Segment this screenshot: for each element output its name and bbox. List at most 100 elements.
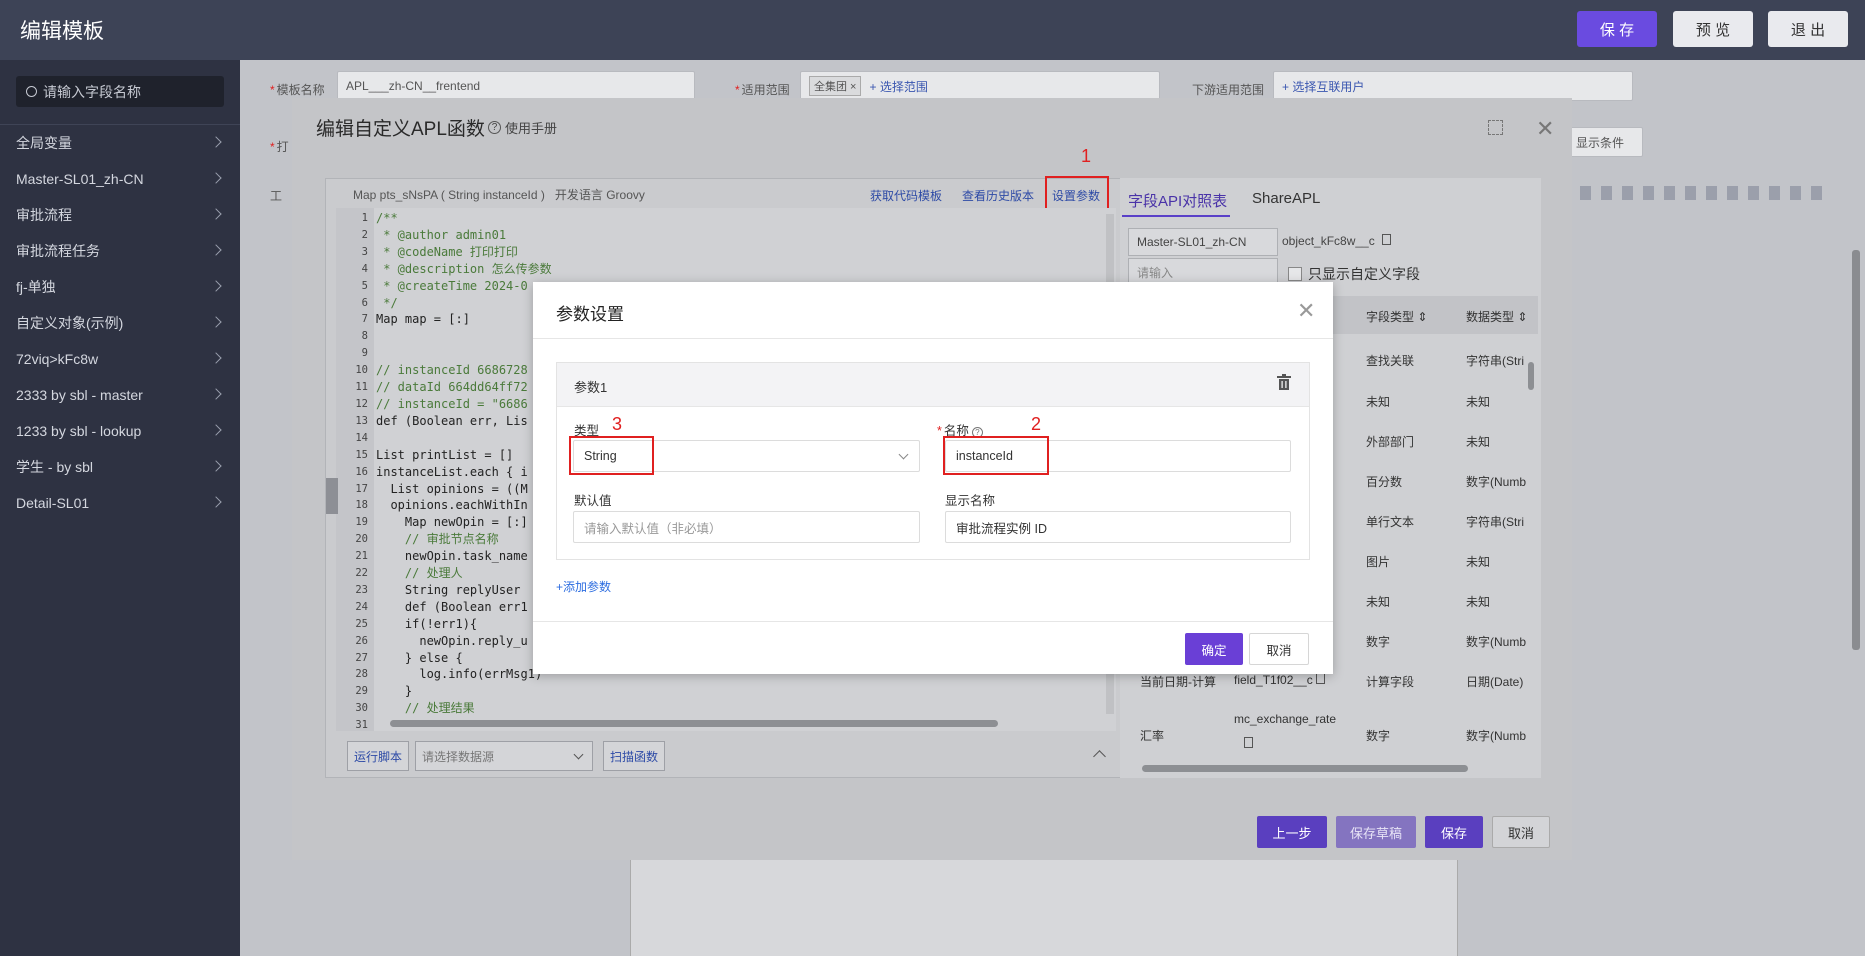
confirm-button[interactable]: 确定 — [1185, 633, 1243, 665]
default-value-input[interactable]: 请输入默认值（非必填） — [573, 511, 920, 543]
scope-tag[interactable]: 全集团 × — [809, 76, 862, 96]
sidebar-item-1233[interactable]: 1233 by sbl - lookup — [0, 413, 240, 449]
sidebar-item-label: Detail-SL01 — [16, 495, 90, 511]
table-cell: mc_exchange_rate — [1234, 712, 1337, 726]
scan-functions-button[interactable]: 扫描函数 — [603, 741, 665, 771]
table-cell: 查找关联 — [1366, 354, 1415, 368]
line-number: 24 — [355, 600, 368, 613]
code-line: * @author admin01 — [376, 227, 507, 242]
table-cell: 单行文本 — [1366, 515, 1415, 529]
close-icon[interactable]: ✕ — [1297, 300, 1315, 322]
checkbox[interactable] — [1288, 267, 1302, 281]
manual-link[interactable]: ? 使用手册 — [488, 118, 557, 137]
function-signature: Map pts_sNsPA ( String instanceId ) — [353, 188, 545, 202]
column-data-type[interactable]: 数据类型 ⇕ — [1466, 308, 1527, 325]
preview-button[interactable]: 预 览 — [1673, 11, 1753, 47]
sidebar: 请输入字段名称 全局变量 Master-SL01_zh-CN 审批流程 审批流程… — [0, 60, 240, 956]
line-number: 22 — [355, 567, 368, 580]
chevron-down-icon — [573, 749, 584, 760]
save-function-button[interactable]: 保存 — [1425, 816, 1483, 848]
select-scope-link[interactable]: + 选择范围 — [869, 78, 927, 95]
cancel-button[interactable]: 取消 — [1249, 633, 1309, 665]
line-number: 18 — [355, 499, 368, 512]
page-scrollbar[interactable] — [1852, 250, 1860, 650]
default-label: 默认值 — [574, 494, 612, 508]
copy-icon[interactable] — [1244, 737, 1253, 748]
chevron-right-icon — [210, 172, 222, 184]
table-cell: 外部部门 — [1366, 435, 1415, 449]
sidebar-item-custom-object[interactable]: 自定义对象(示例) — [0, 305, 240, 341]
field-search-input[interactable]: 请输入字段名称 — [16, 76, 224, 107]
display-name-label: 显示名称 — [945, 494, 996, 508]
table-cell: 未知 — [1466, 435, 1491, 449]
get-code-template-link[interactable]: 获取代码模板 — [870, 187, 942, 204]
object-api-name: object_kFc8w__c — [1282, 234, 1392, 248]
panel-horizontal-scrollbar[interactable] — [1142, 765, 1468, 772]
sidebar-item-fj[interactable]: fj-单独 — [0, 269, 240, 305]
annotation-number-3: 3 — [612, 414, 623, 434]
column-field-type[interactable]: 字段类型 ⇕ — [1366, 308, 1427, 325]
editor-horizontal-scrollbar[interactable] — [390, 720, 998, 727]
line-number: 19 — [355, 516, 368, 529]
exit-button[interactable]: 退 出 — [1768, 11, 1848, 47]
line-number: 21 — [355, 550, 368, 563]
save-draft-button[interactable]: 保存草稿 — [1336, 816, 1416, 848]
prev-step-button[interactable]: 上一步 — [1257, 816, 1327, 848]
annotation-number-1: 1 — [1081, 146, 1092, 166]
copy-icon[interactable] — [1316, 673, 1326, 684]
modal-title: 参数设置 — [556, 305, 624, 324]
scope-label: * 适用范围 — [735, 83, 790, 97]
table-cell: 未知 — [1366, 595, 1391, 609]
page-title: 编辑模板 — [20, 20, 104, 43]
param-card-title: 参数1 — [574, 380, 608, 395]
close-icon[interactable]: ✕ — [1536, 116, 1554, 142]
display-name-input[interactable]: 审批流程实例 ID — [945, 511, 1291, 543]
toolbar-icons[interactable] — [1580, 186, 1830, 200]
sidebar-item-detail[interactable]: Detail-SL01 — [0, 485, 240, 521]
sidebar-item-2333[interactable]: 2333 by sbl - master — [0, 377, 240, 413]
scope-input[interactable]: 全集团 × + 选择范围 — [800, 71, 1160, 101]
sidebar-item-label: 2333 by sbl - master — [16, 387, 143, 403]
copy-icon[interactable] — [1382, 234, 1392, 245]
add-param-link[interactable]: +添加参数 — [556, 578, 611, 595]
line-number: 9 — [361, 347, 368, 360]
sidebar-item-label: 审批流程 — [16, 207, 72, 223]
line-number: 28 — [355, 668, 368, 681]
sidebar-item-master[interactable]: Master-SL01_zh-CN — [0, 161, 240, 197]
run-script-button[interactable]: 运行脚本 — [347, 741, 409, 771]
table-cell: 汇率 — [1140, 729, 1165, 743]
sidebar-item-approval-task[interactable]: 审批流程任务 — [0, 233, 240, 269]
panel-vertical-scrollbar[interactable] — [1528, 362, 1534, 390]
view-history-link[interactable]: 查看历史版本 — [962, 187, 1034, 204]
table-cell: 未知 — [1366, 395, 1391, 409]
table-cell: 日期(Date) — [1466, 675, 1524, 689]
code-line: * @codeName 打印打印 — [376, 244, 518, 259]
line-numbers: 1 2 3 4 5 6 7 8 9 10 11 12 13 14 15 16 17 18 19 20 21 22 23 24 2… — [336, 208, 374, 731]
trash-icon[interactable] — [1277, 374, 1291, 390]
cancel-function-button[interactable]: 取消 — [1492, 816, 1550, 848]
fullscreen-icon[interactable] — [1488, 120, 1503, 135]
show-condition-button[interactable]: 显示条件 — [1567, 127, 1643, 157]
table-cell: 当前日期-计算 — [1140, 675, 1216, 689]
downstream-input[interactable]: + 选择互联用户 — [1273, 71, 1633, 101]
template-name-input[interactable]: APL___zh-CN__frentend — [337, 71, 695, 101]
line-number: 13 — [355, 414, 368, 427]
save-button[interactable]: 保 存 — [1577, 11, 1657, 47]
collapse-handle[interactable] — [326, 478, 338, 514]
table-cell: 计算字段 — [1366, 675, 1415, 689]
line-number: 7 — [361, 313, 368, 326]
table-cell: 数字 — [1366, 635, 1391, 649]
only-custom-checkbox[interactable]: 只显示自定义字段 — [1288, 264, 1420, 284]
sidebar-item-student[interactable]: 学生 - by sbl — [0, 449, 240, 485]
sidebar-item-approval-flow[interactable]: 审批流程 — [0, 197, 240, 233]
sidebar-item-72viq[interactable]: 72viq>kFc8w — [0, 341, 240, 377]
sidebar-item-global-vars[interactable]: 全局变量 — [0, 125, 240, 161]
tab-field-api[interactable]: 字段API对照表 — [1128, 190, 1227, 211]
tab-shareapl[interactable]: ShareAPL — [1252, 190, 1320, 207]
line-number: 27 — [355, 651, 368, 664]
line-number: 30 — [355, 702, 368, 715]
chevron-right-icon — [210, 496, 222, 508]
object-select[interactable]: Master-SL01_zh-CN — [1128, 228, 1278, 256]
datasource-select[interactable]: 请选择数据源 — [415, 741, 593, 771]
chevron-down-icon — [898, 449, 909, 460]
